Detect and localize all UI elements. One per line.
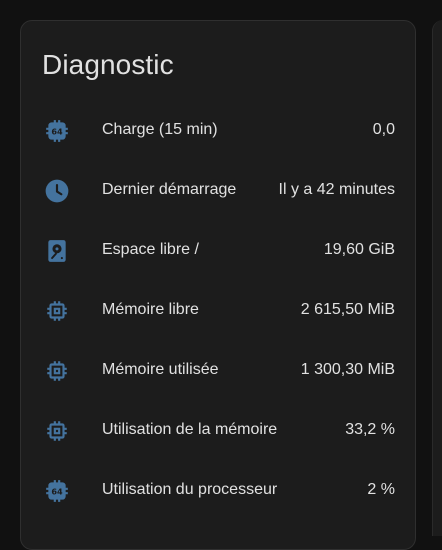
card-title: Diagnostic bbox=[42, 49, 174, 80]
entity-row-load[interactable]: 64 Charge (15 min) 0,0 bbox=[21, 101, 415, 161]
harddisk-icon bbox=[48, 240, 66, 262]
entity-row-memory-used[interactable]: Mémoire utilisée 1 300,30 MiB bbox=[21, 341, 415, 401]
cpu-64-bit-icon: 64 bbox=[46, 120, 68, 142]
entity-row-memory-free[interactable]: Mémoire libre 2 615,50 MiB bbox=[21, 281, 415, 341]
entity-row-disk-free[interactable]: Espace libre / 19,60 GiB bbox=[21, 221, 415, 281]
entity-value: Il y a 42 minutes bbox=[278, 181, 396, 198]
entity-list: 64 Charge (15 min) 0,0 Dernier démarrage… bbox=[21, 101, 415, 521]
cpu-64-bit-icon: 64 bbox=[46, 480, 68, 502]
entity-row-last-boot[interactable]: Dernier démarrage Il y a 42 minutes bbox=[21, 161, 415, 221]
entity-value: 33,2 % bbox=[345, 421, 395, 438]
entity-value: 1 300,30 MiB bbox=[300, 361, 395, 378]
memory-icon bbox=[47, 361, 67, 381]
entity-value: 0,0 bbox=[372, 121, 395, 138]
entity-label: Espace libre / bbox=[102, 241, 199, 258]
entity-label: Mémoire libre bbox=[102, 301, 199, 318]
entity-label: Charge (15 min) bbox=[102, 121, 218, 138]
entity-value: 2 615,50 MiB bbox=[300, 301, 395, 318]
entity-value: 19,60 GiB bbox=[323, 241, 395, 258]
entity-label: Dernier démarrage bbox=[102, 181, 237, 198]
clock-icon bbox=[45, 179, 69, 203]
diagnostic-card: Diagnostic 64 Charge (15 min) 0,0 Dernie… bbox=[20, 20, 416, 550]
entity-label: Utilisation de la mémoire bbox=[102, 421, 278, 438]
entity-label: Mémoire utilisée bbox=[102, 361, 219, 378]
svg-text:64: 64 bbox=[51, 126, 63, 136]
svg-text:64: 64 bbox=[51, 486, 63, 496]
entity-value: 2 % bbox=[367, 481, 395, 498]
entity-label: Utilisation du processeur bbox=[102, 481, 278, 498]
entity-row-memory-usage[interactable]: Utilisation de la mémoire 33,2 % bbox=[21, 401, 415, 461]
memory-icon bbox=[47, 421, 67, 441]
adjacent-card-edge bbox=[432, 20, 442, 536]
memory-icon bbox=[47, 301, 67, 321]
entity-row-processor-usage[interactable]: 64 Utilisation du processeur 2 % bbox=[21, 461, 415, 521]
